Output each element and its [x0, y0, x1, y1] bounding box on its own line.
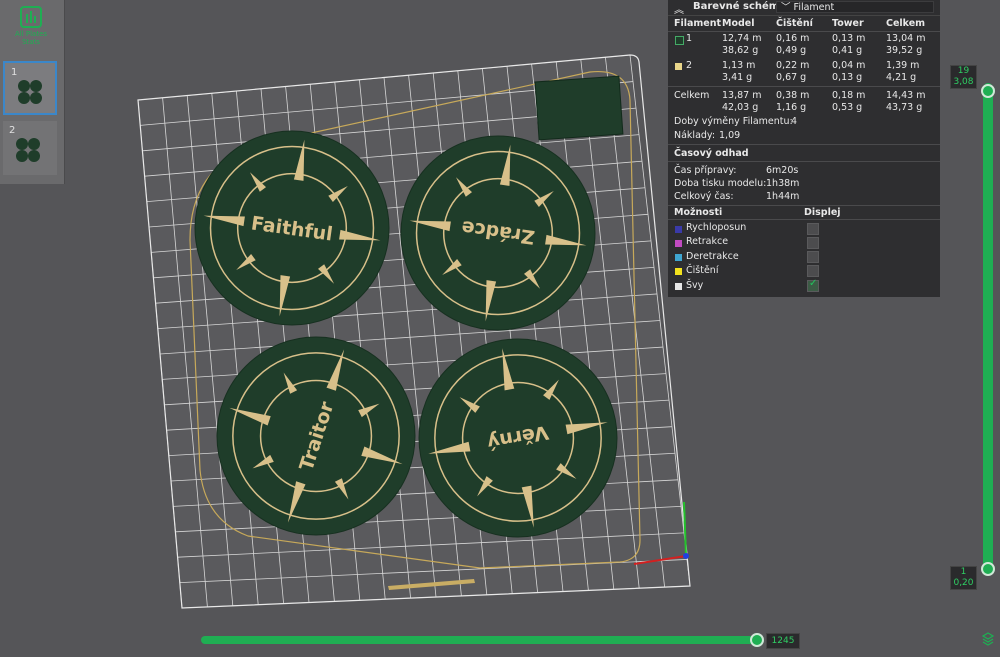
all-plates-stats-button[interactable]: All Plates Stats	[7, 6, 55, 52]
filament-1-model-length: 12,74 m	[722, 33, 762, 44]
filament-2-cisteni-length: 0,22 m	[776, 60, 810, 71]
filament-2-total-length: 1,39 m	[886, 60, 920, 71]
top-layer-readout: 19 3,08	[950, 65, 977, 89]
plate-number: 1	[11, 67, 18, 78]
retraction-color-swatch	[675, 240, 682, 247]
filament-2-name: 2	[686, 60, 693, 71]
coaster-4[interactable]: Věrný	[418, 338, 618, 538]
total-tower-weight: 0,53 g	[832, 102, 863, 113]
plate-preview-icon	[16, 138, 40, 162]
total-weight: 43,73 g	[886, 102, 923, 113]
move-slider-track[interactable]	[201, 636, 757, 644]
top-layer-number: 19	[957, 66, 970, 76]
display-header: Displej	[804, 207, 841, 218]
option-seams-label: Švy	[686, 280, 704, 291]
option-seams-checkbox[interactable]: ✓	[807, 278, 819, 292]
header-model: Model	[722, 18, 755, 29]
filament-1-name: 1	[686, 33, 693, 44]
color-scheme-title: Barevné schéma	[693, 1, 786, 12]
travel-color-swatch	[675, 226, 682, 233]
filament-2-model-length: 1,13 m	[722, 60, 756, 71]
top-layer-handle[interactable]	[981, 84, 995, 98]
all-plates-label: All Plates Stats	[14, 30, 48, 46]
plate-thumbnail-1[interactable]: 1	[3, 61, 57, 115]
filament-1-swatch	[675, 36, 684, 45]
filament-1-total-weight: 39,52 g	[886, 45, 923, 56]
color-scheme-value: Filament	[793, 2, 835, 13]
move-slider-value: 1245	[766, 633, 800, 649]
filament-changes-label: Doby výměny Filamentu:	[674, 116, 793, 127]
bottom-layer-readout: 1 0,20	[950, 566, 977, 590]
plate-sidebar: All Plates Stats 1 2	[0, 0, 65, 184]
header-celkem: Celkem	[886, 18, 926, 29]
total-row-label: Celkem	[674, 90, 710, 101]
total-model-weight: 42,03 g	[722, 102, 759, 113]
total-length: 14,43 m	[886, 90, 926, 101]
time-estimate-header: Časový odhad	[674, 148, 749, 159]
total-tower-length: 0,18 m	[832, 90, 866, 101]
filament-2-tower-weight: 0,13 g	[832, 72, 863, 83]
total-time-value: 1h44m	[766, 191, 800, 202]
option-travel-checkbox[interactable]	[807, 223, 819, 235]
filament-1-tower-length: 0,13 m	[832, 33, 866, 44]
prep-time-value: 6m20s	[766, 165, 799, 176]
stats-icon	[20, 6, 42, 28]
top-layer-height: 3,08	[953, 77, 974, 87]
filament-2-total-weight: 4,21 g	[886, 72, 917, 83]
filament-2-tower-length: 0,04 m	[832, 60, 866, 71]
filament-1-model-weight: 38,62 g	[722, 45, 759, 56]
filament-1-total-length: 13,04 m	[886, 33, 926, 44]
bottom-layer-number: 1	[960, 567, 967, 577]
layer-slider-track[interactable]	[983, 83, 993, 571]
total-cisteni-length: 0,38 m	[776, 90, 810, 101]
check-icon: ✓	[809, 278, 818, 289]
options-header: Možnosti	[674, 207, 723, 218]
deretraction-color-swatch	[675, 254, 682, 261]
option-retraction-label: Retrakce	[686, 236, 729, 247]
chevron-down-icon: ﹀	[781, 2, 791, 13]
coaster-1[interactable]: Faithful	[194, 130, 390, 326]
filament-changes-value: 4	[791, 116, 798, 127]
coaster-2[interactable]: Zrádce	[400, 135, 596, 331]
option-deretraction-checkbox[interactable]	[807, 251, 819, 263]
color-scheme-header: ︽ Barevné schéma ﹀ Filament	[668, 0, 940, 16]
total-time-label: Celkový čas:	[674, 191, 734, 202]
option-deretraction-label: Deretrakce	[686, 251, 739, 262]
filament-2-cisteni-weight: 0,67 g	[776, 72, 807, 83]
move-slider-handle[interactable]	[750, 633, 764, 647]
print-time-value: 1h38m	[766, 178, 800, 189]
total-cisteni-weight: 1,16 g	[776, 102, 807, 113]
filament-1-tower-weight: 0,41 g	[832, 45, 863, 56]
header-cisteni: Čištění	[776, 18, 813, 29]
header-filament: Filament	[674, 18, 722, 29]
option-retraction-checkbox[interactable]	[807, 237, 819, 249]
bottom-layer-height: 0,20	[953, 578, 974, 588]
filament-2-swatch	[675, 63, 682, 70]
cost-label: Náklady:	[674, 130, 716, 141]
plate-number: 2	[9, 125, 16, 136]
cost-value: 1,09	[719, 130, 741, 141]
plate-preview-icon	[18, 80, 42, 104]
prep-time-label: Čas přípravy:	[674, 165, 737, 176]
color-scheme-select[interactable]: ﹀ Filament	[776, 1, 934, 13]
filament-2-model-weight: 3,41 g	[722, 72, 753, 83]
wipe-color-swatch	[675, 268, 682, 275]
plate-thumbnail-2[interactable]: 2	[3, 121, 57, 175]
slice-info-panel: ︽ Barevné schéma ﹀ Filament Filament Mod…	[668, 0, 940, 297]
collapse-icon[interactable]: ︽	[674, 1, 684, 16]
build-plate-grid	[138, 55, 690, 608]
option-wipe-label: Čištění	[686, 265, 719, 276]
option-travel-label: Rychloposun	[686, 222, 747, 233]
filament-1-cisteni-length: 0,16 m	[776, 33, 810, 44]
filament-1-cisteni-weight: 0,49 g	[776, 45, 807, 56]
layers-icon[interactable]	[982, 632, 994, 646]
option-wipe-checkbox[interactable]	[807, 265, 819, 277]
header-tower: Tower	[832, 18, 864, 29]
coaster-3[interactable]: Traitor	[216, 336, 416, 536]
bottom-layer-handle[interactable]	[981, 562, 995, 576]
seams-color-swatch	[675, 283, 682, 290]
total-model-length: 13,87 m	[722, 90, 762, 101]
print-time-label: Doba tisku modelu:	[674, 178, 767, 189]
wipe-tower	[534, 75, 624, 141]
